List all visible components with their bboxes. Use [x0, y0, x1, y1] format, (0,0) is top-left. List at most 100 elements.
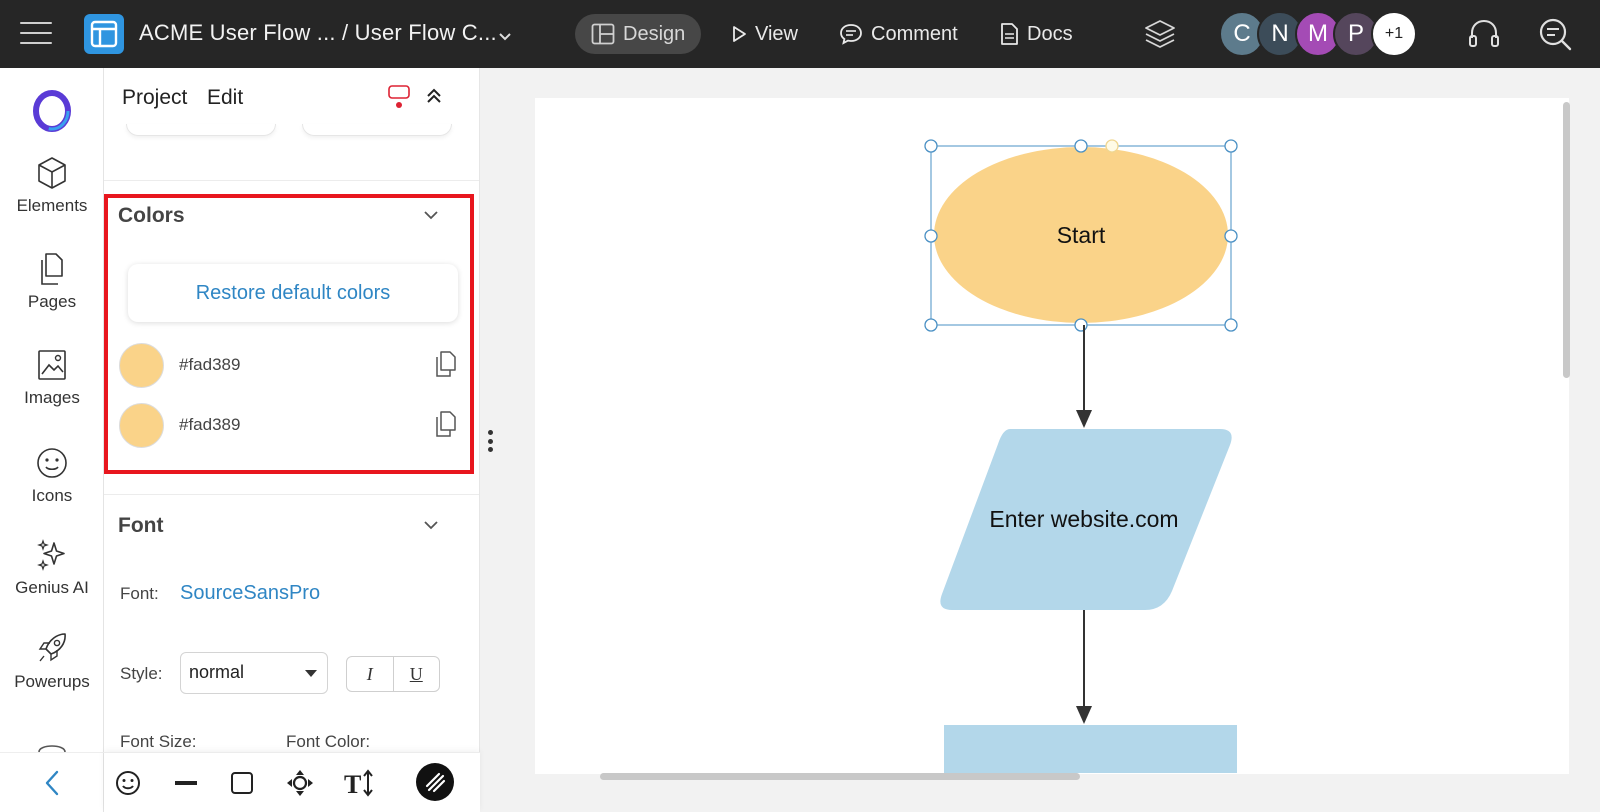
view-mode-button[interactable]: View	[715, 14, 814, 54]
chevron-down-icon[interactable]	[422, 206, 440, 224]
collaborator-avatars: C N M P +1	[1219, 11, 1417, 57]
comment-mode-label: Comment	[871, 22, 958, 45]
panel-resize-handle[interactable]	[487, 430, 493, 452]
design-mode-button[interactable]: Design	[575, 14, 701, 54]
colors-section: Colors Restore default colors #fad389 #f…	[104, 194, 479, 474]
collapse-rail-button[interactable]	[0, 752, 104, 812]
divider	[104, 494, 479, 495]
text-style-toggles: I U	[346, 656, 440, 692]
layers-icon[interactable]	[1143, 17, 1177, 51]
bottom-toolbar: T	[104, 752, 480, 812]
image-icon	[38, 350, 66, 380]
panel-header: Project Edit	[104, 68, 479, 128]
emoji-tool[interactable]	[112, 767, 144, 799]
rail-item-powerups[interactable]: Powerups	[0, 630, 104, 692]
start-shape-label: Start	[1056, 222, 1106, 248]
collapsed-card	[126, 124, 276, 136]
hamburger-menu-icon[interactable]	[20, 18, 52, 48]
view-mode-label: View	[755, 22, 798, 45]
rail-item-label: Genius AI	[15, 578, 89, 597]
move-icon	[287, 770, 313, 796]
rail-item-label: Powerups	[14, 672, 90, 691]
connector-tool[interactable]	[284, 767, 316, 799]
font-section-title: Font	[118, 514, 164, 537]
rail-item-genius-ai[interactable]: Genius AI	[0, 538, 104, 598]
left-rail: Elements Pages Images Icons Genius AI Po…	[0, 68, 104, 812]
design-mode-label: Design	[623, 22, 686, 45]
comment-mode-button[interactable]: Comment	[823, 14, 974, 54]
record-icon[interactable]	[387, 84, 411, 110]
scribble-icon	[425, 772, 446, 793]
underline-button[interactable]: U	[392, 657, 440, 691]
color-swatch[interactable]	[119, 342, 164, 388]
line-icon	[175, 781, 197, 785]
dropdown-arrow-icon	[305, 670, 317, 677]
copy-icon[interactable]	[433, 350, 459, 378]
copy-icon[interactable]	[433, 410, 459, 438]
pages-icon	[41, 253, 63, 285]
cube-icon	[38, 157, 66, 189]
brand-logo-icon[interactable]	[33, 90, 71, 132]
font-name-link[interactable]: SourceSansPro	[180, 582, 320, 605]
rail-item-label: Icons	[31, 486, 73, 505]
chevron-down-icon[interactable]	[497, 28, 513, 44]
svg-text:T: T	[344, 770, 361, 798]
smiley-icon	[116, 771, 140, 795]
shape-tool[interactable]	[226, 767, 258, 799]
color-swatch[interactable]	[119, 402, 164, 448]
restore-default-colors-button[interactable]: Restore default colors	[128, 264, 458, 322]
top-bar: ACME User Flow ... / User Flow C... Desi…	[0, 0, 1600, 68]
line-tool[interactable]	[170, 767, 202, 799]
smiley-icon	[37, 448, 67, 478]
font-size-label: Font Size:	[120, 732, 197, 751]
colors-section-title: Colors	[118, 204, 185, 227]
square-icon	[231, 772, 253, 794]
collapse-panel-icon[interactable]	[424, 86, 444, 106]
sparkle-icon	[37, 539, 65, 571]
collapsed-card	[302, 124, 452, 136]
text-tool[interactable]: T	[344, 767, 376, 799]
docs-mode-label: Docs	[1027, 22, 1073, 45]
chevron-left-icon	[45, 770, 59, 795]
rail-item-label: Pages	[27, 292, 77, 311]
draw-tool[interactable]	[416, 763, 454, 801]
canvas-page[interactable]	[535, 98, 1569, 774]
rail-item-pages[interactable]: Pages	[0, 252, 104, 312]
edit-menu[interactable]: Edit	[207, 86, 243, 110]
color-swatch-row: #fad389	[119, 402, 459, 448]
font-label: Font:	[120, 584, 159, 603]
docs-mode-button[interactable]: Docs	[983, 14, 1089, 54]
color-hex-value: #fad389	[179, 415, 241, 434]
font-style-value: normal	[189, 662, 245, 682]
rail-item-icons[interactable]: Icons	[0, 446, 104, 506]
style-label: Style:	[120, 664, 163, 683]
color-swatch-row: #fad389	[119, 342, 459, 388]
font-color-label: Font Color:	[286, 732, 371, 751]
rail-item-images[interactable]: Images	[0, 348, 104, 408]
document-icon	[1001, 23, 1018, 45]
font-style-select[interactable]: normal	[180, 652, 328, 694]
layout-icon	[591, 23, 615, 45]
more-rail-icon[interactable]	[37, 740, 67, 752]
color-hex-value: #fad389	[179, 355, 241, 374]
comment-icon	[840, 24, 862, 45]
app-logo-icon[interactable]	[84, 14, 124, 54]
search-list-icon[interactable]	[1537, 16, 1573, 52]
play-icon	[733, 26, 746, 42]
rail-item-label: Elements	[16, 196, 88, 215]
headset-icon[interactable]	[1466, 16, 1502, 52]
divider	[104, 180, 479, 181]
vertical-scrollbar[interactable]	[1563, 102, 1570, 378]
project-menu[interactable]: Project	[122, 86, 187, 110]
italic-button[interactable]: I	[347, 657, 393, 691]
properties-panel: Project Edit Colors Restore default colo…	[104, 68, 480, 812]
document-title[interactable]: ACME User Flow ... / User Flow C...	[139, 20, 497, 46]
text-size-icon: T	[344, 769, 373, 798]
rocket-icon	[38, 633, 66, 662]
chevron-down-icon[interactable]	[422, 516, 440, 534]
rail-item-label: Images	[24, 388, 80, 407]
rail-item-elements[interactable]: Elements	[0, 156, 104, 216]
more-users-badge[interactable]: +1	[1371, 11, 1417, 57]
input-shape-label: Enter website.com	[989, 506, 1179, 532]
horizontal-scrollbar[interactable]	[600, 773, 1080, 780]
